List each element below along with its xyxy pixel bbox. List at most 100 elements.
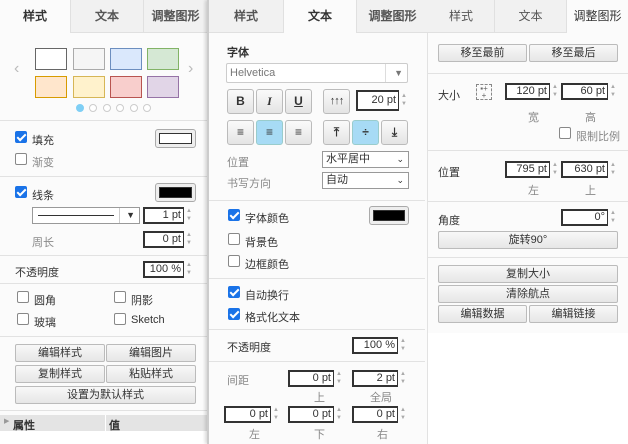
align-right-icon[interactable]: ≡ xyxy=(285,120,312,145)
rounded-checkbox[interactable] xyxy=(17,291,29,303)
style-swatch[interactable] xyxy=(110,48,142,70)
spacing-global-input[interactable]: 2 pt xyxy=(352,370,398,387)
style-swatch[interactable] xyxy=(35,76,67,98)
italic-button[interactable]: I xyxy=(256,89,283,114)
width-input[interactable]: 120 pt xyxy=(505,83,550,100)
text-opacity-input[interactable]: 100 % xyxy=(352,337,398,354)
line-color-button[interactable] xyxy=(155,183,196,202)
copy-style-button[interactable]: 复制样式 xyxy=(15,365,105,383)
font-family-select[interactable]: Helvetica ▼ xyxy=(226,63,408,83)
left-input[interactable]: 795 pt xyxy=(505,161,550,178)
tab-arrange[interactable]: 调整图形 xyxy=(143,0,207,33)
font-color-button[interactable] xyxy=(369,206,409,225)
to-front-button[interactable]: 移至最前 xyxy=(438,44,527,62)
glass-checkbox[interactable] xyxy=(17,313,29,325)
formatted-text-checkbox[interactable] xyxy=(228,308,240,320)
perimeter-stepper[interactable]: ▲ ▼ xyxy=(185,231,193,248)
fill-color-button[interactable] xyxy=(155,129,196,148)
text-opacity-stepper[interactable]: ▲ ▼ xyxy=(399,337,407,354)
align-center-icon[interactable]: ≡ xyxy=(256,120,283,145)
font-size-input[interactable]: 20 pt xyxy=(356,90,399,111)
bold-button[interactable]: B xyxy=(227,89,254,114)
text-direction-icon[interactable]: ↑↑↑ xyxy=(323,89,350,114)
edit-style-button[interactable]: 编辑样式 xyxy=(15,344,105,362)
spacing-bottom-input[interactable]: 0 pt xyxy=(288,406,334,423)
valign-top-icon[interactable]: ⤒ xyxy=(323,120,350,145)
height-stepper[interactable]: ▲ ▼ xyxy=(609,83,617,100)
style-swatch[interactable] xyxy=(147,48,179,70)
tab-text[interactable]: 文本 xyxy=(70,0,143,33)
perimeter-input[interactable]: 0 pt xyxy=(143,231,184,248)
height-input[interactable]: 60 pt xyxy=(561,83,608,100)
autosize-icon[interactable]: ▪+ + xyxy=(476,84,492,100)
expand-arrow-icon[interactable]: ▶ xyxy=(4,417,9,425)
to-back-button[interactable]: 移至最后 xyxy=(529,44,618,62)
underline-button[interactable]: U xyxy=(285,89,312,114)
background-color-checkbox[interactable] xyxy=(228,233,240,245)
word-wrap-checkbox[interactable] xyxy=(228,286,240,298)
border-color-checkbox[interactable] xyxy=(228,255,240,267)
page-dot[interactable] xyxy=(116,104,124,112)
tab-arrange[interactable]: 调整图形 xyxy=(356,0,428,33)
top-stepper[interactable]: ▲ ▼ xyxy=(609,161,617,178)
spacing-left-stepper[interactable]: ▲ ▼ xyxy=(272,406,280,423)
spacing-top-stepper[interactable]: ▲ ▼ xyxy=(335,370,343,387)
opacity-input[interactable]: 100 % xyxy=(143,261,184,278)
line-checkbox[interactable] xyxy=(15,186,27,198)
style-swatch[interactable] xyxy=(35,48,67,70)
angle-stepper[interactable]: ▲ ▼ xyxy=(609,209,617,226)
tab-style[interactable]: 样式 xyxy=(0,0,70,33)
font-color-checkbox[interactable] xyxy=(228,209,240,221)
angle-label: 角度 xyxy=(438,215,460,227)
tab-style[interactable]: 样式 xyxy=(428,0,494,33)
copy-size-button[interactable]: 复制大小 xyxy=(438,265,618,283)
gradient-checkbox[interactable] xyxy=(15,153,27,165)
chevron-left-icon[interactable]: ‹ xyxy=(14,60,19,78)
sketch-checkbox[interactable] xyxy=(114,313,126,325)
shadow-checkbox[interactable] xyxy=(114,291,126,303)
font-size-stepper[interactable]: ▲ ▼ xyxy=(400,92,408,109)
chevron-right-icon[interactable]: › xyxy=(188,60,193,78)
line-pattern-select[interactable]: ▼ xyxy=(32,207,140,224)
page-dot[interactable] xyxy=(130,104,138,112)
style-swatch[interactable] xyxy=(73,48,105,70)
page-dot[interactable] xyxy=(89,104,97,112)
style-swatch[interactable] xyxy=(147,76,179,98)
tab-text[interactable]: 文本 xyxy=(494,0,566,33)
top-input[interactable]: 630 pt xyxy=(561,161,608,178)
spacing-left-input[interactable]: 0 pt xyxy=(224,406,271,423)
spacing-top-input[interactable]: 0 pt xyxy=(288,370,334,387)
paste-style-button[interactable]: 粘贴样式 xyxy=(106,365,196,383)
tab-arrange[interactable]: 调整图形 xyxy=(566,0,628,33)
tab-text[interactable]: 文本 xyxy=(283,0,356,33)
edit-data-button[interactable]: 编辑数据 xyxy=(438,305,527,323)
page-dot[interactable] xyxy=(76,104,84,112)
position-select[interactable]: 水平居中 ⌄ xyxy=(322,151,409,168)
style-swatch[interactable] xyxy=(110,76,142,98)
style-swatch[interactable] xyxy=(73,76,105,98)
constrain-proportions-checkbox[interactable] xyxy=(559,127,571,139)
spacing-bottom-stepper[interactable]: ▲ ▼ xyxy=(335,406,343,423)
tab-style[interactable]: 样式 xyxy=(209,0,283,33)
align-left-icon[interactable]: ≡ xyxy=(227,120,254,145)
edit-link-button[interactable]: 编辑链接 xyxy=(529,305,618,323)
line-width-input[interactable]: 1 pt xyxy=(143,207,184,224)
angle-input[interactable]: 0° xyxy=(561,209,608,226)
writing-direction-select[interactable]: 自动 ⌄ xyxy=(322,172,409,189)
page-dot[interactable] xyxy=(103,104,111,112)
valign-middle-icon[interactable]: ÷ xyxy=(352,120,379,145)
line-width-stepper[interactable]: ▲ ▼ xyxy=(185,207,193,224)
clear-waypoints-button[interactable]: 清除航点 xyxy=(438,285,618,303)
set-default-style-button[interactable]: 设置为默认样式 xyxy=(15,386,196,404)
edit-image-button[interactable]: 编辑图片 xyxy=(106,344,196,362)
fill-checkbox[interactable] xyxy=(15,131,27,143)
spacing-right-stepper[interactable]: ▲ ▼ xyxy=(399,406,407,423)
spacing-global-stepper[interactable]: ▲ ▼ xyxy=(399,370,407,387)
rotate-90-button[interactable]: 旋转90° xyxy=(438,231,618,249)
left-stepper[interactable]: ▲ ▼ xyxy=(551,161,559,178)
opacity-stepper[interactable]: ▲ ▼ xyxy=(185,261,193,278)
spacing-right-input[interactable]: 0 pt xyxy=(352,406,398,423)
valign-bottom-icon[interactable]: ⤓ xyxy=(381,120,408,145)
width-stepper[interactable]: ▲ ▼ xyxy=(551,83,559,100)
page-dot[interactable] xyxy=(143,104,151,112)
